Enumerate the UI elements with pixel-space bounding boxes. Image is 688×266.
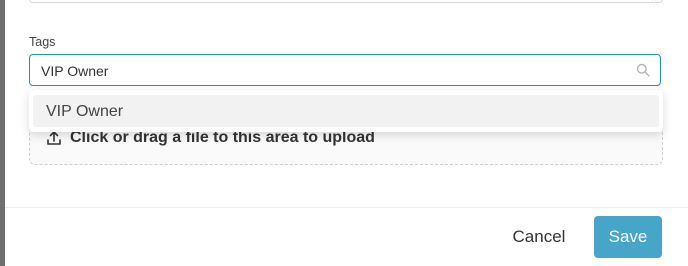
notes-textarea[interactable] (29, 0, 663, 3)
overlay-edge (0, 0, 5, 266)
tags-dropdown-menu: VIP Owner (29, 90, 663, 132)
dropdown-option-label: VIP Owner (46, 103, 124, 120)
save-button[interactable]: Save (594, 216, 662, 258)
resize-handle-icon[interactable] (651, 0, 659, 1)
tags-input-value: VIP Owner (41, 63, 109, 79)
footer-divider (5, 207, 688, 208)
search-icon (636, 63, 650, 77)
upload-icon (47, 131, 61, 145)
cancel-button[interactable]: Cancel (500, 216, 578, 258)
modal-dialog: Tags VIP Owner Click or drag a file to t… (0, 0, 688, 266)
dropdown-option-vip-owner[interactable]: VIP Owner (33, 95, 659, 127)
tags-input[interactable]: VIP Owner (29, 54, 661, 86)
tags-label: Tags (29, 35, 56, 49)
